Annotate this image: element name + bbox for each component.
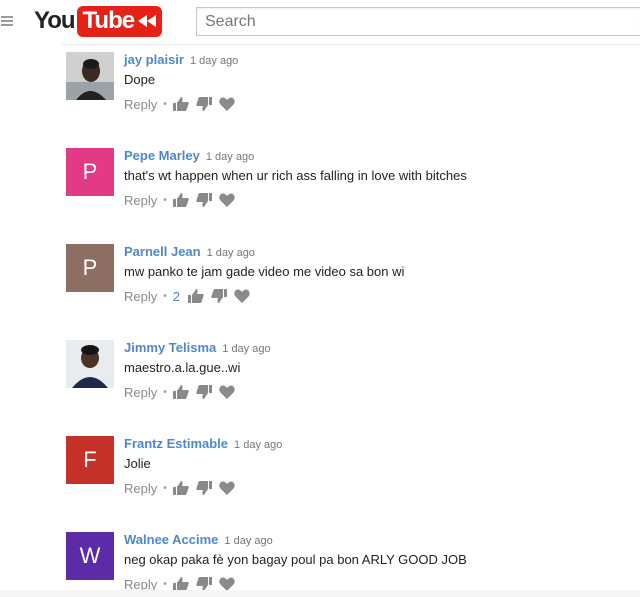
thumbs-down-icon[interactable] <box>196 385 212 399</box>
reply-button[interactable]: Reply <box>124 193 157 208</box>
top-bar: You Tube <box>0 0 640 44</box>
sidebar <box>0 44 62 597</box>
thumbs-down-icon[interactable] <box>196 481 212 495</box>
comment-author[interactable]: Walnee Accime 1 day ago <box>124 532 273 547</box>
avatar[interactable]: P <box>66 148 114 196</box>
separator-dot: • <box>163 194 167 206</box>
comment-text: neg okap paka fè yon bagay poul pa bon A… <box>124 552 467 567</box>
avatar[interactable]: F <box>66 436 114 484</box>
header-divider <box>0 44 640 45</box>
logo-tube-text: Tube <box>82 6 136 34</box>
thumbs-down-icon[interactable] <box>211 289 227 303</box>
separator-dot: • <box>163 482 167 494</box>
comment-text: that's wt happen when ur rich ass fallin… <box>124 168 467 183</box>
heart-icon[interactable] <box>219 481 235 495</box>
logo-you-text: You <box>34 7 76 34</box>
thumbs-up-icon[interactable] <box>172 481 189 495</box>
comment-item: W Walnee Accime 1 day ago neg okap paka f… <box>66 528 636 597</box>
comment-actions: Reply • <box>124 480 242 496</box>
comment-text: mw panko te jam gade video me video sa b… <box>124 264 405 279</box>
comment-actions: Reply • <box>124 192 242 208</box>
heart-icon[interactable] <box>234 289 250 303</box>
comment-time[interactable]: 1 day ago <box>206 151 254 163</box>
thumbs-up-icon[interactable] <box>188 289 204 303</box>
search-input[interactable] <box>197 8 640 35</box>
comment-author[interactable]: Pepe Marley 1 day ago <box>124 148 254 163</box>
comment-author[interactable]: Jimmy Telisma 1 day ago <box>124 340 271 355</box>
comment-text: Dope <box>124 72 156 87</box>
thumbs-up-icon[interactable] <box>172 385 189 399</box>
comment-text: maestro.a.la.gue..wi <box>124 360 241 375</box>
reply-button[interactable]: Reply <box>124 385 157 400</box>
heart-icon[interactable] <box>219 97 235 111</box>
comment-time[interactable]: 1 day ago <box>190 55 238 67</box>
heart-icon[interactable] <box>219 385 235 399</box>
comment-author[interactable]: jay plaisir 1 day ago <box>124 52 238 67</box>
avatar[interactable] <box>66 52 114 100</box>
comment-time[interactable]: 1 day ago <box>207 247 255 259</box>
comment-item: F Frantz Estimable 1 day ago Jolie Reply … <box>66 432 636 512</box>
reply-button[interactable]: Reply <box>124 289 157 304</box>
reply-button[interactable]: Reply <box>124 481 157 496</box>
thumbs-up-icon[interactable] <box>172 97 189 111</box>
comment-author[interactable]: Frantz Estimable 1 day ago <box>124 436 282 451</box>
comment-item: jay plaisir 1 day ago Dope Reply • <box>66 48 636 128</box>
separator-dot: • <box>163 386 167 398</box>
comment-actions: Reply • <box>124 384 242 400</box>
comment-actions: Reply • 2 <box>124 288 257 304</box>
comment-time[interactable]: 1 day ago <box>222 343 270 355</box>
avatar[interactable] <box>66 340 114 388</box>
bottom-edge <box>0 590 640 597</box>
avatar[interactable]: P <box>66 244 114 292</box>
separator-dot: • <box>163 98 167 110</box>
avatar[interactable]: W <box>66 532 114 580</box>
thumbs-down-icon[interactable] <box>196 97 212 111</box>
heart-icon[interactable] <box>219 577 235 591</box>
comment-author[interactable]: Parnell Jean 1 day ago <box>124 244 255 259</box>
thumbs-down-icon[interactable] <box>196 193 212 207</box>
heart-icon[interactable] <box>219 193 235 207</box>
guide-menu-button[interactable] <box>0 10 14 32</box>
thumbs-down-icon[interactable] <box>196 577 212 591</box>
thumbs-up-icon[interactable] <box>172 193 189 207</box>
reply-count[interactable]: 2 <box>173 289 180 304</box>
comment-time[interactable]: 1 day ago <box>234 439 282 451</box>
comment-actions: Reply • <box>124 96 242 112</box>
separator-dot: • <box>163 578 167 590</box>
search-box[interactable] <box>196 7 640 36</box>
comment-item: Jimmy Telisma 1 day ago maestro.a.la.gue.… <box>66 336 636 416</box>
comment-item: P Pepe Marley 1 day ago that's wt happen … <box>66 144 636 224</box>
youtube-logo[interactable]: You Tube <box>34 5 163 37</box>
user-photo-icon <box>66 52 114 100</box>
comment-time[interactable]: 1 day ago <box>224 535 272 547</box>
user-photo-icon <box>66 340 114 388</box>
comment-text: Jolie <box>124 456 151 471</box>
separator-dot: • <box>163 290 167 302</box>
comment-item: P Parnell Jean 1 day ago mw panko te jam … <box>66 240 636 320</box>
rewind-icon <box>138 14 157 27</box>
reply-button[interactable]: Reply <box>124 97 157 112</box>
logo-tube-badge: Tube <box>76 5 163 37</box>
thumbs-up-icon[interactable] <box>172 577 189 591</box>
